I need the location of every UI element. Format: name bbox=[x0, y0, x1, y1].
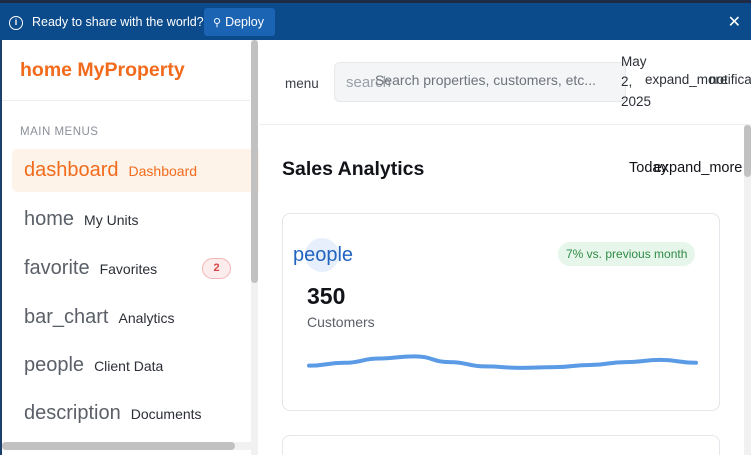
customers-sparkline bbox=[307, 354, 698, 370]
trend-badge: 7% vs. previous month bbox=[558, 242, 696, 266]
scrollbar-thumb[interactable] bbox=[2, 442, 235, 450]
date-month: May bbox=[621, 54, 647, 69]
sidebar-item-label: Documents bbox=[130, 405, 202, 422]
close-icon[interactable]: ✕ bbox=[728, 12, 741, 32]
sidebar-item-label: Client Data bbox=[94, 357, 164, 374]
search-bar[interactable]: search bbox=[334, 62, 626, 102]
sidebar-item-analytics[interactable]: bar_chart Analytics bbox=[12, 296, 271, 339]
notifications-icon[interactable]: notifica bbox=[709, 72, 751, 87]
favorite-icon: favorite bbox=[24, 257, 90, 279]
people-icon: people bbox=[293, 244, 354, 266]
customers-stat-card: people 7% vs. previous month 350 Custome… bbox=[282, 213, 720, 411]
favorites-count-badge: 2 bbox=[202, 258, 231, 279]
sidebar-item-label: Analytics bbox=[118, 309, 175, 326]
bar-chart-icon: bar_chart bbox=[24, 306, 109, 328]
stat-card bbox=[282, 435, 720, 455]
stat-label: Customers bbox=[307, 314, 375, 330]
main-vertical-scrollbar[interactable] bbox=[744, 125, 751, 455]
sidebar-item-favorites[interactable]: favorite Favorites 2 bbox=[12, 247, 271, 290]
sidebar-item-dashboard[interactable]: dashboard Dashboard bbox=[12, 149, 271, 192]
sparkline-line bbox=[307, 354, 698, 370]
page-title: Sales Analytics bbox=[282, 158, 425, 180]
chevron-down-icon: expand_more bbox=[653, 160, 743, 176]
top-header: menu search May 2, 2025 expand_more noti… bbox=[259, 40, 751, 125]
search-input[interactable] bbox=[375, 72, 620, 88]
people-icon: people bbox=[24, 354, 85, 376]
rocket-icon: ⚲ bbox=[213, 16, 222, 29]
sidebar-item-my-units[interactable]: home My Units bbox=[12, 198, 271, 241]
brand-logo[interactable]: home MyProperty bbox=[20, 59, 185, 82]
sidebar-item-label: My Units bbox=[84, 211, 139, 228]
period-selector[interactable]: Todayexpand_more bbox=[629, 160, 742, 176]
stat-value: 350 bbox=[307, 283, 346, 309]
sidebar-item-label: Favorites bbox=[99, 260, 158, 277]
info-icon: i bbox=[9, 16, 23, 30]
banner-message: Ready to share with the world? bbox=[32, 15, 204, 29]
scrollbar-thumb[interactable] bbox=[251, 40, 258, 283]
deploy-button-label: Deploy bbox=[225, 15, 264, 29]
description-icon: description bbox=[24, 402, 121, 424]
dashboard-icon: dashboard bbox=[24, 159, 119, 181]
section-label: MAIN MENUS bbox=[20, 126, 99, 138]
deploy-banner: i Ready to share with the world? ⚲ Deplo… bbox=[0, 0, 751, 40]
date-year: 2025 bbox=[621, 94, 652, 109]
sidebar: home MyProperty MAIN MENUS dashboard Das… bbox=[0, 40, 271, 455]
main-content: Sales Analytics Todayexpand_more people … bbox=[259, 125, 751, 455]
sidebar-vertical-scrollbar[interactable] bbox=[251, 40, 258, 455]
menu-icon[interactable]: menu bbox=[285, 76, 319, 91]
sidebar-item-client-data[interactable]: people Client Data bbox=[12, 344, 271, 387]
deploy-button[interactable]: ⚲ Deploy bbox=[204, 8, 275, 36]
brand-divider bbox=[2, 100, 250, 101]
sidebar-item-label: Dashboard bbox=[128, 162, 198, 179]
sidebar-horizontal-scrollbar[interactable] bbox=[2, 442, 258, 450]
sidebar-item-documents[interactable]: description Documents bbox=[12, 392, 271, 435]
scrollbar-thumb[interactable] bbox=[744, 125, 751, 177]
home-icon: home bbox=[24, 208, 75, 230]
